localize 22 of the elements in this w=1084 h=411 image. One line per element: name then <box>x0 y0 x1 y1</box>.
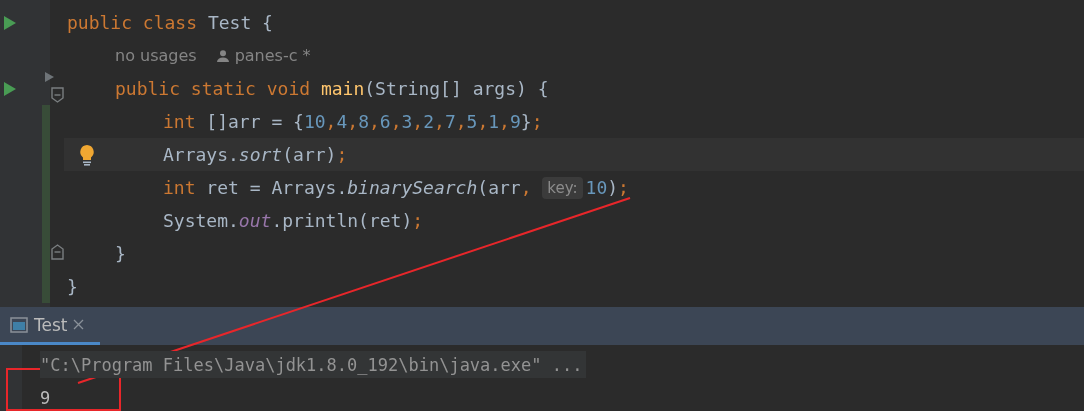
code-line: } <box>115 243 126 264</box>
code-line: Arrays.sort(arr); <box>163 144 348 165</box>
code-line: public static void main(String[] args) { <box>115 78 549 99</box>
run-icon[interactable] <box>4 81 16 96</box>
close-icon[interactable] <box>73 319 85 330</box>
author-hint[interactable]: panes-c * <box>234 46 311 65</box>
person-icon <box>216 49 229 62</box>
run-icon[interactable] <box>4 15 16 30</box>
console-icon <box>10 316 28 333</box>
tab-label[interactable]: Test <box>34 314 68 335</box>
fold-icon[interactable] <box>50 243 64 260</box>
console-output: 9 <box>40 386 52 410</box>
code-line: public class Test { <box>67 12 273 33</box>
expand-arrow-icon[interactable] <box>45 72 54 82</box>
console-command: "C:\Program Files\Java\jdk1.8.0_192\bin\java.exe" ... <box>40 351 587 378</box>
usages-hint[interactable]: no usages <box>115 46 197 65</box>
code-line: System.out.println(ret); <box>163 210 424 231</box>
code-line: } <box>67 276 78 297</box>
code-line: int ret = Arrays.binarySearch(arr, key: 10); <box>163 176 629 199</box>
lightbulb-icon[interactable] <box>79 143 95 166</box>
code-line: int []arr = {10,4,8,6,3,2,7,5,1,9}; <box>163 111 543 132</box>
fold-icon[interactable] <box>50 86 64 103</box>
